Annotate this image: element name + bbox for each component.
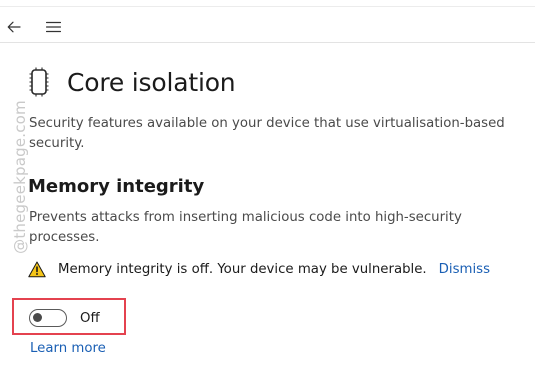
page-description: Security features available on your devi…: [29, 116, 505, 151]
memory-integrity-toggle-row: Off: [29, 307, 100, 329]
memory-integrity-heading: Memory integrity: [28, 176, 205, 197]
menu-button[interactable]: [42, 16, 64, 38]
dismiss-link[interactable]: Dismiss: [439, 262, 490, 277]
toggle-knob: [33, 313, 42, 322]
memory-integrity-description: Prevents attacks from inserting maliciou…: [29, 210, 462, 245]
core-isolation-page: @thegeekpage.com Core isolation Security…: [0, 0, 535, 374]
back-button[interactable]: [3, 16, 25, 38]
page-header: Core isolation: [28, 64, 236, 100]
memory-integrity-toggle[interactable]: [29, 309, 67, 327]
warning-text: Memory integrity is off. Your device may…: [58, 261, 427, 277]
hamburger-menu-icon: [45, 21, 61, 33]
nav-bar: [0, 12, 535, 43]
window-top-edge: [0, 0, 535, 7]
page-title: Core isolation: [67, 67, 236, 97]
warning-icon: [28, 260, 46, 278]
learn-more-link[interactable]: Learn more: [30, 341, 106, 356]
watermark-text: @thegeekpage.com: [11, 100, 29, 254]
warning-banner: Memory integrity is off. Your device may…: [28, 258, 490, 280]
back-arrow-icon: [7, 21, 21, 33]
toggle-state-label: Off: [80, 310, 100, 326]
chip-icon: [28, 66, 50, 98]
